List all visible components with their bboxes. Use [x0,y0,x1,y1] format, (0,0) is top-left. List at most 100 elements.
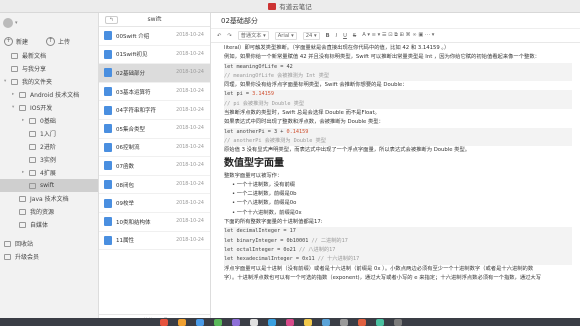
dock-app-icon[interactable] [340,319,348,326]
sidebar-item-label: 与我分享 [22,66,47,73]
dock-app-icon[interactable] [322,319,330,326]
note-list-item[interactable]: 02基础部分 2018-10-24 [99,64,210,83]
sidebar-item[interactable]: 升级会员 [0,250,98,263]
note-list-item[interactable]: 00Swift 介绍 2018-10-24 [99,27,210,46]
dock-app-icon[interactable] [376,319,384,326]
more-format-buttons[interactable]: A ▾ ≡ ▾ ☰ ⊡ ⧉ ⊞ ⌘ ∞ ▣ ⋯ ▾ [362,32,434,39]
sidebar-item[interactable]: ▸ Android 技术文档 [0,88,98,101]
note-date: 2018-10-24 [176,107,204,113]
disclosure-icon[interactable]: ▸ [12,92,18,97]
sidebar-item[interactable]: 回收站 [0,237,98,250]
dock-app-icon[interactable] [358,319,366,326]
sidebar-item[interactable]: 1入门 [0,127,98,140]
note-list-item[interactable]: 01Swift初见 2018-10-24 [99,46,210,65]
note-list-item[interactable]: 05集合类型 2018-10-24 [99,120,210,139]
code-text: let hexadecimalInteger = 0x11 [224,256,315,263]
code-comment-text: // meaningOfLife 会被推测为 Int 类型 [224,72,330,79]
bold-button[interactable]: B [326,33,330,39]
sidebar-item-label: 升级会员 [15,254,40,261]
note-icon [104,49,112,59]
dock-app-icon[interactable] [394,319,402,326]
upload-button[interactable]: ↑ 上传 [46,36,70,46]
bullet-item: • 一个十进制数，没有前缀 [232,181,296,188]
note-icon [104,161,112,171]
sidebar-item-label: 最新文档 [22,53,47,60]
dock-app-icon[interactable] [286,319,294,326]
code-line: let decimalInteger = 17 [224,227,572,237]
note-list: ↰ swift 00Swift 介绍 2018-10-24 01Swift初见 201… [99,13,211,326]
dock-app-icon[interactable] [160,319,168,326]
sidebar-item[interactable]: 最新文档 [0,49,98,62]
sidebar-item-label: 3实例 [40,157,56,164]
sidebar-item[interactable]: 我的资源 [0,205,98,218]
disclosure-icon[interactable]: ▸ [22,118,28,123]
sidebar-item[interactable]: 3实例 [0,153,98,166]
dock-app-icon[interactable] [250,319,258,326]
note-list-item[interactable]: 07函数 2018-10-24 [99,157,210,176]
code-comment-text: // 二进制的17 [308,237,348,244]
format-toolbar: ↶ ↷ 普通文本 ▾ Arial ▾ 24 ▾ B I U S A ▾ ≡ ▾ … [211,29,580,43]
paragraph-style-select[interactable]: 普通文本 ▾ [237,31,269,40]
note-list-item[interactable]: 11属性 2018-10-24 [99,232,210,251]
sidebar-item[interactable]: ▸ 4扩展 [0,166,98,179]
crown-icon [4,253,11,260]
note-body[interactable]: literal）即可触发类型推断。（字面量就是会直接出现在你代码中的值，比如 4… [211,43,580,326]
note-title-text: 03基本运算符 [116,89,151,96]
sidebar-item[interactable]: 与我分享 [0,62,98,75]
chevron-down-icon[interactable]: ▾ [15,20,18,26]
back-button[interactable]: ↰ [105,16,118,24]
undo-button[interactable]: ↶ [217,33,221,39]
editor: 02基础部分 ↶ ↷ 普通文本 ▾ Arial ▾ 24 ▾ B I U S A… [211,13,580,326]
dock-app-icon[interactable] [214,319,222,326]
code-line: let anotherPi = 3 + 0.14159 [224,127,572,137]
note-icon [104,87,112,97]
dock-app-icon[interactable] [178,319,186,326]
dock-app-icon[interactable] [268,319,276,326]
bullet-item: • 一个二进制数，前缀是0b [232,191,297,198]
note-date: 2018-10-24 [176,89,204,95]
note-list-item[interactable]: 09枚举 2018-10-24 [99,194,210,213]
new-button[interactable]: + 新建 [4,36,28,46]
note-title[interactable]: 02基础部分 [211,13,580,29]
sidebar-item[interactable]: ▾ IOS开发 [0,101,98,114]
note-list-item[interactable]: 08闭包 2018-10-24 [99,176,210,195]
note-date: 2018-10-24 [176,163,204,169]
sidebar-item-label: 1入门 [40,131,56,138]
italic-button[interactable]: I [336,33,338,39]
underline-button[interactable]: U [343,33,347,39]
disclosure-icon[interactable]: ▾ [12,105,18,110]
note-date: 2018-10-24 [176,200,204,206]
sidebar-item[interactable]: swift [0,179,98,192]
dock-app-icon[interactable] [232,319,240,326]
code-text: let anotherPi = 3 + [224,128,287,135]
font-select[interactable]: Arial ▾ [274,31,297,40]
paragraph: 原始值 3 没有显式声明类型，而表达式中出现了一个浮点字面量，所以表达式会被推断… [224,147,471,154]
sidebar: ▾ + 新建 ↑ 上传 最新文档 与我分享 ▾ 我的文件夹 ▸ Android 技术文档 ▾… [0,13,99,326]
dock-app-icon[interactable] [196,319,204,326]
folder-icon [29,182,36,189]
disclosure-icon[interactable]: ▾ [4,79,10,84]
paragraph: 当推断浮点数的类型时，Swift 总是会选择 Double 而不是Float。 [224,110,380,117]
sidebar-item[interactable]: Java 技术文档 [0,192,98,205]
dock-app-icon[interactable] [304,319,312,326]
code-number: 3.14159 [252,91,274,98]
font-size-select[interactable]: 24 ▾ [302,31,320,40]
note-list-item[interactable]: 03基本运算符 2018-10-24 [99,83,210,102]
note-date: 2018-10-24 [176,70,204,76]
redo-button[interactable]: ↷ [227,33,231,39]
note-title-text: 11属性 [116,238,134,245]
folder-icon [19,195,26,202]
note-list-item[interactable]: 04字符串和字符 2018-10-24 [99,101,210,120]
avatar[interactable] [3,18,13,28]
sidebar-item[interactable]: 自媒体 [0,218,98,231]
note-list-item[interactable]: 06控制流 2018-10-24 [99,139,210,158]
sidebar-item[interactable]: ▾ 我的文件夹 [0,75,98,88]
note-title-text: 06控制流 [116,145,140,152]
sidebar-item[interactable]: 2进阶 [0,140,98,153]
sidebar-item-label: swift [40,182,55,189]
sidebar-item[interactable]: ▸ 0基础 [0,114,98,127]
account-area[interactable]: ▾ [0,13,98,33]
disclosure-icon[interactable]: ▸ [22,170,28,175]
strike-button[interactable]: S [353,33,356,39]
note-list-item[interactable]: 10类和结构体 2018-10-24 [99,213,210,232]
